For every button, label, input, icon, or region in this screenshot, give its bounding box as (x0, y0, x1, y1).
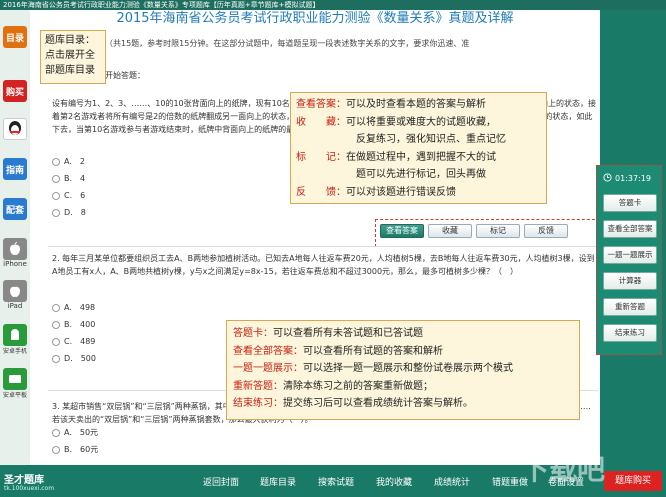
calculator-button[interactable]: 计算器 (603, 272, 657, 290)
radio-icon (52, 428, 60, 437)
mark-button[interactable]: 标记 (476, 224, 520, 238)
radio-icon (52, 354, 60, 363)
radio-icon (52, 320, 60, 329)
catalog-tooltip: 题库目录： 点击展开全 部题库目录 (40, 30, 106, 84)
catalog-icon: 目录 (3, 26, 27, 48)
question-1-option-d[interactable]: D. 8 (52, 207, 86, 218)
favorite-button[interactable]: 收藏 (428, 224, 472, 238)
nav-favorites[interactable]: 我的收藏 (376, 475, 412, 488)
question-2-option-b[interactable]: B. 400 (52, 319, 95, 330)
clock-icon (603, 172, 612, 184)
sidebar-item-guide[interactable]: 指南 (2, 158, 28, 180)
radio-icon (52, 337, 60, 346)
watermark: 下载吧 (520, 453, 605, 486)
tooltip-row: 重新答题：清除本练习之前的答案重新做题； (233, 380, 433, 392)
radio-icon (52, 174, 60, 183)
window-title: 2016年海南省公务员考试行政职业能力测验《数量关系》专项题库【历年真题+章节题… (0, 0, 666, 10)
end-practice-button[interactable]: 结束练习 (603, 324, 657, 342)
tooltip-row: 答题卡：可以查看所有未答试题和已答试题 (233, 328, 423, 339)
sidebar-item-buy[interactable]: 购买 (2, 80, 28, 102)
logo: 圣才题库 (4, 475, 44, 486)
answer-card-button[interactable]: 答题卡 (603, 194, 657, 212)
question-3-option-a[interactable]: A. 50元 (52, 427, 98, 438)
question-tools-tooltip: 查看答案：可以及时查看本题的答案与解析 收 藏：可以将重要或难度大的试题收藏， … (290, 92, 547, 204)
nav-catalog[interactable]: 题库目录 (260, 475, 296, 488)
sidebar-item-catalog[interactable]: 目录 (2, 26, 28, 48)
question-2-option-c[interactable]: C. 489 (52, 336, 95, 347)
apple-icon (3, 238, 27, 260)
divider (48, 246, 598, 247)
android-tablet-icon (3, 368, 27, 390)
view-answer-button[interactable]: 查看答案 (380, 224, 424, 238)
sidebar-item-iphone[interactable]: iPhone (2, 238, 28, 268)
section-intro: （共15题，参考时限15分钟。在这部分试题中，每道题呈现一段表述数字关系的文字，… (105, 39, 470, 48)
tooltip-row: 查看全部答案：可以查看所有试题的答案和解析 (233, 345, 443, 357)
timer: 01:37:19 (603, 172, 657, 184)
sidebar-item-ipad[interactable]: iPad (2, 280, 28, 310)
question-1-option-a[interactable]: A. 2 (52, 156, 85, 167)
radio-icon (52, 208, 60, 217)
question-2-option-a[interactable]: A. 498 (52, 302, 95, 313)
start-label: 开始答题： (105, 71, 145, 80)
tooltip-row: 一题一题展示：可以选择一题一题展示和整份试卷展示两个模式 (233, 363, 513, 374)
android-phone-icon (3, 324, 27, 346)
sidebar-item-label: 安卓平板 (2, 392, 27, 399)
nav-search[interactable]: 搜索试题 (318, 475, 354, 488)
sidebar-item-android-phone[interactable]: 安卓手机 (2, 324, 28, 355)
one-by-one-button[interactable]: 一题一题展示 (603, 246, 657, 264)
tooltip-row: 收 藏：可以将重要或难度大的试题收藏， (296, 116, 496, 128)
radio-icon (52, 303, 60, 312)
nav-stats[interactable]: 成绩统计 (434, 475, 470, 488)
buy-button[interactable]: 题库购买 (604, 471, 662, 491)
page-title: 2015年海南省公务员考试行政职业能力测验《数量关系》真题及详解 (116, 11, 514, 26)
radio-icon (52, 445, 60, 454)
right-tool-panel: 01:37:19 答题卡 查看全部答案 一题一题展示 计算器 重新答题 结束练习 (596, 165, 662, 355)
tooltip-row: 查看答案：可以及时查看本题的答案与解析 (296, 99, 486, 110)
sidebar-item-label: iPhone (3, 260, 27, 268)
question-1-option-c[interactable]: C. 6 (52, 190, 85, 201)
tooltip-row: 标 记：在做题过程中，遇到把握不大的试 (296, 151, 496, 163)
view-all-answers-button[interactable]: 查看全部答案 (603, 220, 657, 238)
left-sidebar: 目录 购买 指南 配套 iPhone iPad 安卓手机 安卓平板 (0, 10, 30, 465)
question-2-text: 2. 每年三月某单位都要组织员工去A、B两地参加植树活动。已知去A地每人往返车费… (52, 254, 595, 276)
sidebar-item-qq[interactable] (2, 118, 28, 140)
guide-icon: 指南 (3, 158, 27, 180)
tooltip-row: 题可以先进行标记，回头再做 (356, 169, 486, 180)
sidebar-item-label: iPad (7, 302, 23, 310)
ipad-icon (3, 280, 27, 302)
qq-icon (3, 118, 27, 140)
buy-icon: 购买 (3, 80, 27, 102)
sidebar-item-bundle[interactable]: 配套 (2, 198, 28, 220)
tooltip-row: 反复练习，强化知识点、重点记忆 (356, 134, 506, 145)
tooltip-row: 结束练习：提交练习后可以查看成绩统计答案与解析。 (233, 398, 473, 409)
tooltip-row: 反 馈：可以对该题进行错误反馈 (296, 186, 456, 198)
sidebar-item-label: 安卓手机 (2, 348, 27, 355)
nav-back-cover[interactable]: 返回封面 (203, 475, 239, 488)
question-1-option-b[interactable]: B. 4 (52, 173, 85, 184)
question-3-option-b[interactable]: B. 60元 (52, 444, 98, 455)
restart-button[interactable]: 重新答题 (603, 298, 657, 316)
bundle-icon: 配套 (3, 198, 27, 220)
panel-tools-tooltip: 答题卡：可以查看所有未答试题和已答试题 查看全部答案：可以查看所有试题的答案和解… (226, 320, 580, 420)
sidebar-item-android-tablet[interactable]: 安卓平板 (2, 368, 28, 399)
radio-icon (52, 157, 60, 166)
question-2-option-d[interactable]: D. 500 (52, 353, 96, 364)
logo-url: tk.100xuexi.com (4, 485, 55, 492)
feedback-button[interactable]: 反馈 (524, 224, 568, 238)
radio-icon (52, 191, 60, 200)
timer-value: 01:37:19 (615, 173, 651, 183)
